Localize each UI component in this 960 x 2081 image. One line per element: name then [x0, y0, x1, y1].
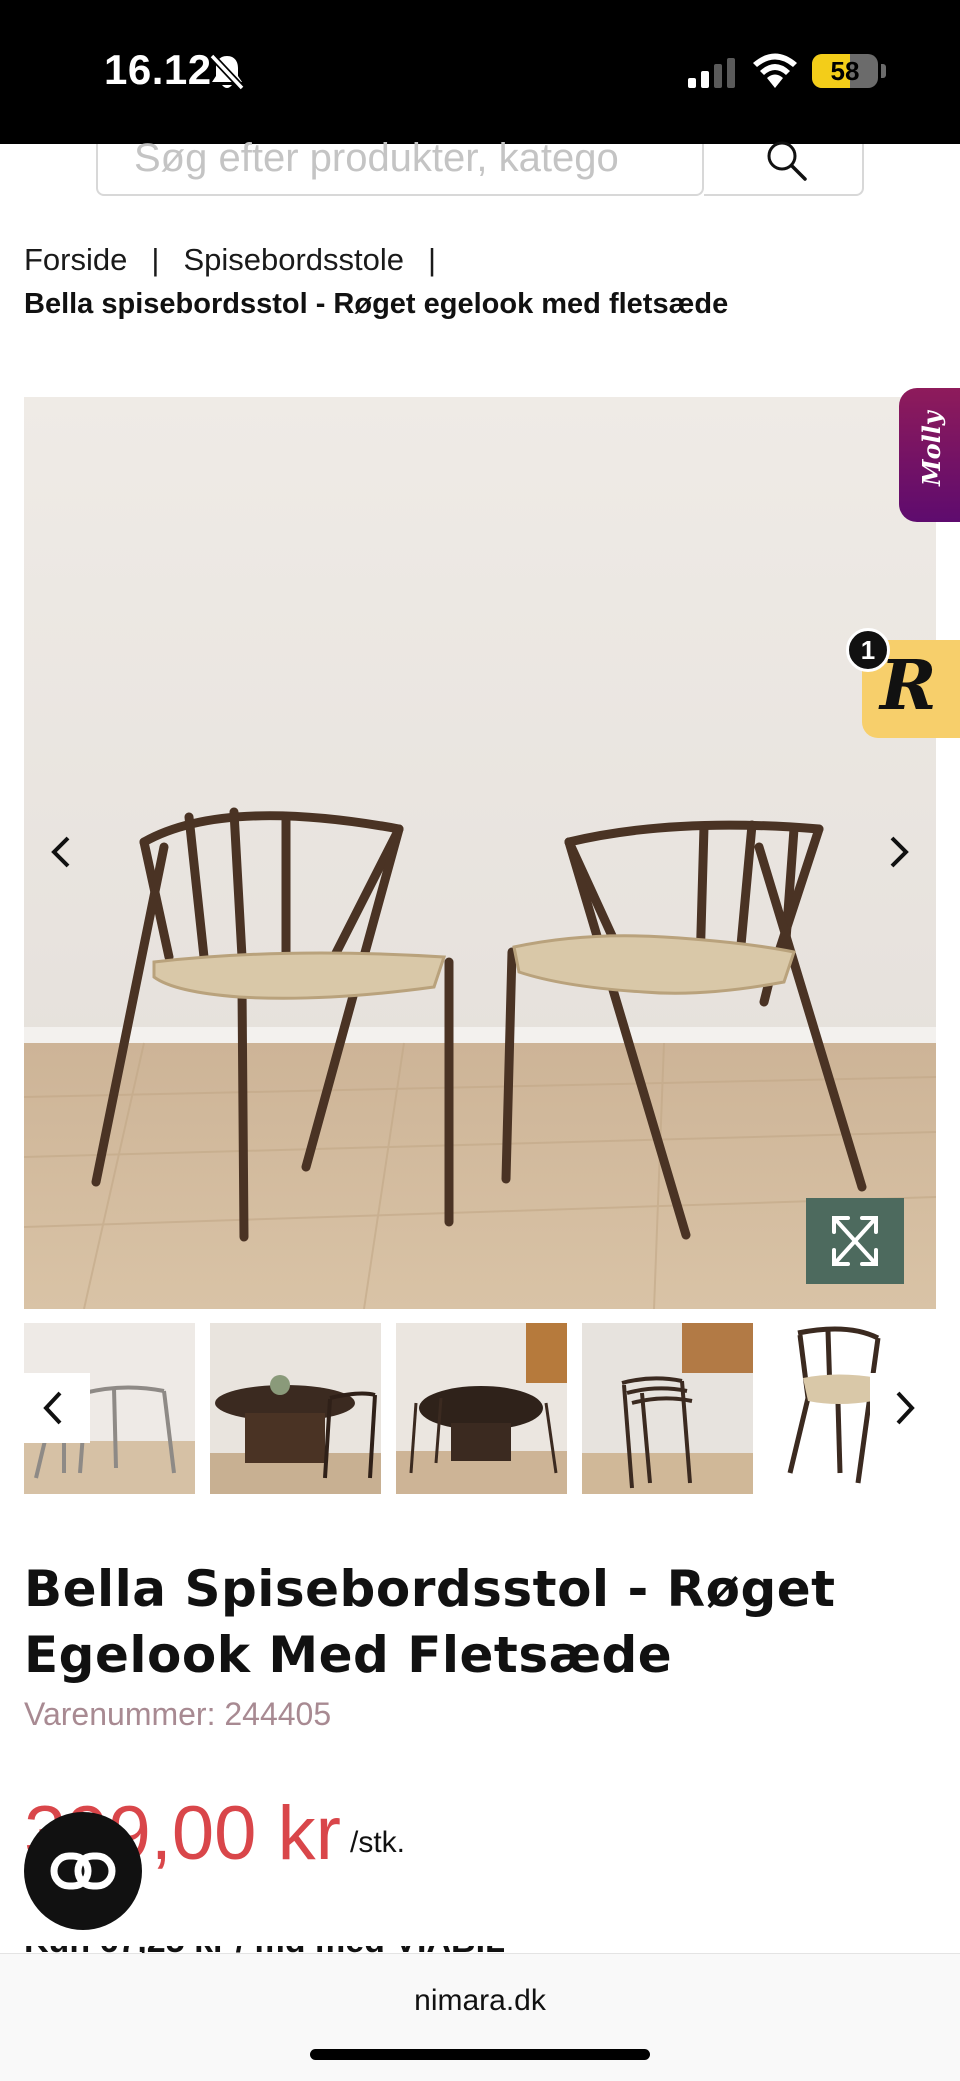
wifi-icon [753, 53, 797, 88]
sku-label: Varenummer: [24, 1696, 216, 1732]
molly-chat-tab[interactable]: Molly [899, 388, 960, 522]
status-bar: 16.12 58 [0, 0, 960, 144]
product-main-image[interactable] [24, 397, 936, 1309]
status-time: 16.12 [104, 46, 212, 93]
sku-value: 244405 [224, 1696, 332, 1732]
breadcrumb-current: Bella spisebordsstol - Røget egelook med… [24, 288, 729, 320]
chat-glasses-icon [50, 1852, 116, 1890]
gallery-prev-button[interactable] [42, 832, 82, 872]
breadcrumb: Forside | Spisebordsstole | [24, 242, 460, 278]
breadcrumb-link-home[interactable]: Forside [24, 242, 127, 278]
product-sku: Varenummer: 244405 [24, 1696, 331, 1733]
chevron-left-icon [43, 1391, 62, 1425]
search-icon [767, 141, 807, 181]
breadcrumb-separator: | [151, 242, 160, 277]
url-display[interactable]: nimara.dk [0, 1984, 960, 2018]
expand-icon [832, 1216, 878, 1266]
battery-cap [881, 64, 886, 78]
search-input[interactable]: Søg efter produkter, katego [96, 136, 704, 196]
thumbnail-next-button[interactable] [870, 1373, 936, 1443]
search-placeholder: Søg efter produkter, katego [134, 136, 619, 180]
signal-icon [688, 58, 735, 88]
battery-percent: 58 [830, 56, 860, 86]
molly-label: Molly [917, 411, 946, 486]
home-indicator[interactable] [310, 2049, 650, 2060]
price-unit: /stk. [350, 1826, 406, 1859]
rewards-badge: 1 [846, 628, 890, 672]
breadcrumb-link-category[interactable]: Spisebordsstole [183, 242, 404, 278]
bell-slash-icon [209, 53, 245, 91]
chevron-right-icon [896, 1391, 915, 1425]
product-title: Bella Spisebordsstol - Røget Egelook Med… [24, 1560, 836, 1684]
browser-bottom-bar: nimara.dk [0, 1953, 960, 2081]
thumbnail-3[interactable] [396, 1323, 567, 1494]
search-button[interactable] [704, 141, 864, 196]
expand-button[interactable] [806, 1198, 904, 1284]
gallery-next-button[interactable] [878, 832, 918, 872]
thumbnail-prev-button[interactable] [24, 1373, 90, 1443]
chairs-photo [24, 397, 936, 1309]
chat-button[interactable] [24, 1812, 142, 1930]
thumbnail-4[interactable] [582, 1323, 753, 1494]
breadcrumb-separator: | [428, 242, 437, 277]
battery-icon: 58 [812, 54, 878, 88]
thumbnail-strip [24, 1323, 939, 1495]
thumbnail-2[interactable] [210, 1323, 381, 1494]
